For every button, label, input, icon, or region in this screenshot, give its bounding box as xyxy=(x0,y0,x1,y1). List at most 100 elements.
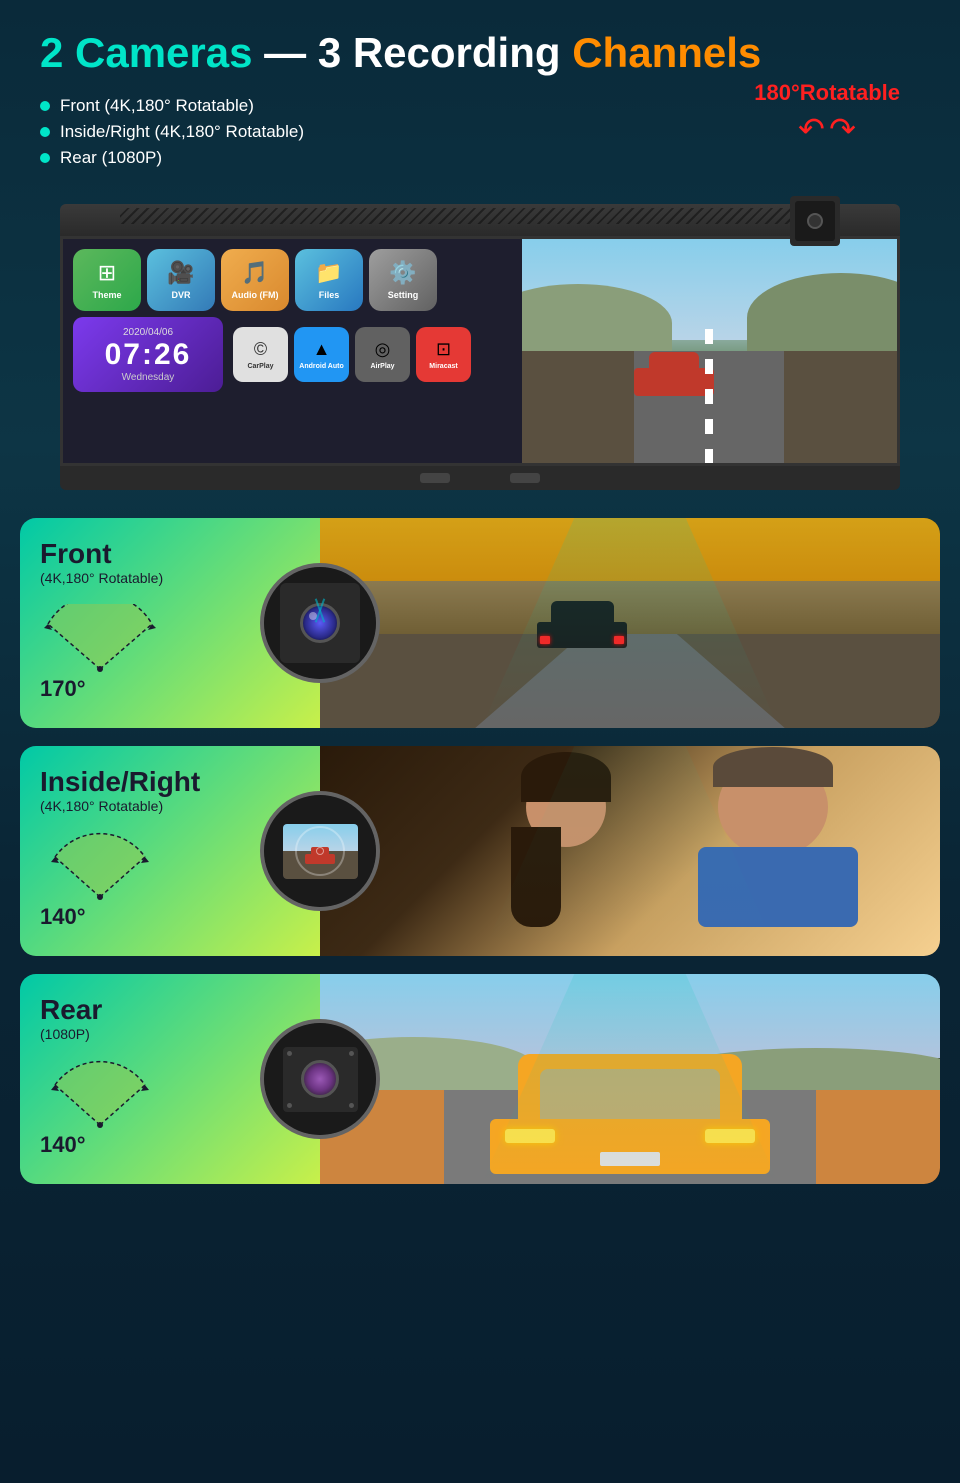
inside-camera-section: Inside/Right (4K,180° Rotatable) 140° xyxy=(20,746,940,956)
front-fov-arc xyxy=(40,604,160,664)
rotatable-text: 180°Rotatable xyxy=(754,80,900,106)
bullet-inside xyxy=(40,127,50,137)
front-cam-angle: 170° xyxy=(40,676,300,702)
device-bottom-bar xyxy=(60,466,900,490)
road xyxy=(522,351,897,463)
rear-cam-angle: 140° xyxy=(40,1132,300,1158)
miracast-btn[interactable]: ⊡ Miracast xyxy=(416,327,471,382)
header-section: 2 Cameras — 3 Recording Channels xyxy=(0,0,960,86)
inside-fov-arc xyxy=(40,832,160,892)
inside-cam-title: Inside/Right xyxy=(40,766,300,798)
top-camera-lens xyxy=(807,213,823,229)
rear-fov-arc xyxy=(40,1060,160,1120)
stand-post-left xyxy=(420,473,450,483)
feature-front-label: Front (4K,180° Rotatable) xyxy=(60,96,254,116)
screw-br xyxy=(349,1103,354,1108)
main-title: 2 Cameras — 3 Recording Channels xyxy=(40,30,920,76)
app-screen: ⊞ Theme 🎥 DVR 🎵 Audio (FM) 📁 Files xyxy=(63,239,522,463)
cam-body-front xyxy=(280,583,360,663)
front-scene-area xyxy=(320,518,940,728)
stand-post-right xyxy=(510,473,540,483)
rear-road-scene xyxy=(320,974,940,1184)
carplay-label: CarPlay xyxy=(247,363,273,370)
inside-scene-area xyxy=(320,746,940,956)
rear-cam-body xyxy=(283,1047,358,1112)
rear-scene-area xyxy=(320,974,940,1184)
inside-cam-preview xyxy=(260,791,380,911)
setting-label: Setting xyxy=(388,290,419,300)
center-dot xyxy=(316,847,324,855)
hair-right xyxy=(713,747,833,787)
airplay-label: AirPlay xyxy=(370,363,394,370)
front-cam-info: Front (4K,180° Rotatable) 170° xyxy=(20,518,320,728)
front-cam-title: Front xyxy=(40,538,300,570)
files-icon: 📁 xyxy=(315,260,342,286)
app-theme[interactable]: ⊞ Theme xyxy=(73,249,141,311)
rear-preview-bg xyxy=(264,1023,376,1135)
app-files[interactable]: 📁 Files xyxy=(295,249,363,311)
feature-rear: Rear (1080P) xyxy=(40,148,920,168)
app-audio[interactable]: 🎵 Audio (FM) xyxy=(221,249,289,311)
theme-icon: ⊞ xyxy=(98,260,116,286)
front-camera-section: Front (4K,180° Rotatable) 170° xyxy=(20,518,940,728)
setting-icon: ⚙️ xyxy=(389,260,416,286)
clock-day: Wednesday xyxy=(122,372,175,383)
title-dash: — xyxy=(264,29,318,76)
rear-cam-info: Rear (1080P) 140° xyxy=(20,974,320,1184)
rear-camera-view xyxy=(522,239,897,463)
inside-cam-angle: 140° xyxy=(40,904,300,930)
screw-tr xyxy=(349,1051,354,1056)
clock-time: 07:26 xyxy=(105,338,192,372)
airplay-icon: ◎ xyxy=(375,339,391,360)
miracast-label: Miracast xyxy=(429,363,457,370)
clock-widget: 2020/04/06 07:26 Wednesday xyxy=(73,317,223,392)
miracast-icon: ⊡ xyxy=(436,339,451,360)
carplay-icon: © xyxy=(254,339,267,360)
road-scene xyxy=(522,239,897,463)
device-section: ⊞ Theme 🎥 DVR 🎵 Audio (FM) 📁 Files xyxy=(0,194,960,500)
feature-rear-label: Rear (1080P) xyxy=(60,148,162,168)
rear-cam-title: Rear xyxy=(40,994,300,1026)
app-setting[interactable]: ⚙️ Setting xyxy=(369,249,437,311)
app-dvr[interactable]: 🎥 DVR xyxy=(147,249,215,311)
screw-tl xyxy=(287,1051,292,1056)
dvr-icon: 🎥 xyxy=(167,260,194,286)
device-screen: ⊞ Theme 🎥 DVR 🎵 Audio (FM) 📁 Files xyxy=(60,236,900,466)
files-label: Files xyxy=(319,290,340,300)
android-icon: ▲ xyxy=(313,339,331,360)
airplay-btn[interactable]: ◎ AirPlay xyxy=(355,327,410,382)
arrow-left-icon: ↷ xyxy=(798,110,825,148)
carplay-row: © CarPlay ▲ Android Auto ◎ AirPlay ⊡ xyxy=(233,317,471,392)
feature-inside-label: Inside/Right (4K,180° Rotatable) xyxy=(60,122,304,142)
inside-preview-bg xyxy=(264,795,376,907)
front-cam-device xyxy=(264,567,376,679)
app-row-1: ⊞ Theme 🎥 DVR 🎵 Audio (FM) 📁 Files xyxy=(73,249,512,311)
fov-svg-front xyxy=(40,604,160,674)
rear-camera-section: Rear (1080P) 140° xyxy=(20,974,940,1184)
bullet-front xyxy=(40,101,50,111)
front-road-scene xyxy=(320,518,940,728)
inside-scene xyxy=(320,746,940,956)
device-wrapper: ⊞ Theme 🎥 DVR 🎵 Audio (FM) 📁 Files xyxy=(60,204,900,490)
title-recording: 3 Recording xyxy=(318,29,561,76)
audio-label: Audio (FM) xyxy=(232,290,279,300)
inside-cam-info: Inside/Right (4K,180° Rotatable) 140° xyxy=(20,746,320,956)
car-body xyxy=(634,368,714,396)
clock-date: 2020/04/06 xyxy=(123,327,173,338)
inside-cam-subtitle: (4K,180° Rotatable) xyxy=(40,798,300,814)
rear-cam-preview xyxy=(260,1019,380,1139)
bullet-rear xyxy=(40,153,50,163)
android-auto-btn[interactable]: ▲ Android Auto xyxy=(294,327,349,382)
audio-icon: 🎵 xyxy=(241,260,268,286)
mini-screen xyxy=(283,824,358,879)
front-cam-preview xyxy=(260,563,380,683)
app-row-2: 2020/04/06 07:26 Wednesday © CarPlay ▲ A… xyxy=(73,317,512,392)
front-cam-subtitle: (4K,180° Rotatable) xyxy=(40,570,300,586)
rear-cam-subtitle: (1080P) xyxy=(40,1026,300,1042)
arrow-right-icon: ↷ xyxy=(829,110,856,148)
theme-label: Theme xyxy=(92,290,121,300)
top-camera xyxy=(790,196,840,246)
car-silhouette xyxy=(634,351,714,396)
carplay-btn[interactable]: © CarPlay xyxy=(233,327,288,382)
rear-lens xyxy=(301,1060,339,1098)
